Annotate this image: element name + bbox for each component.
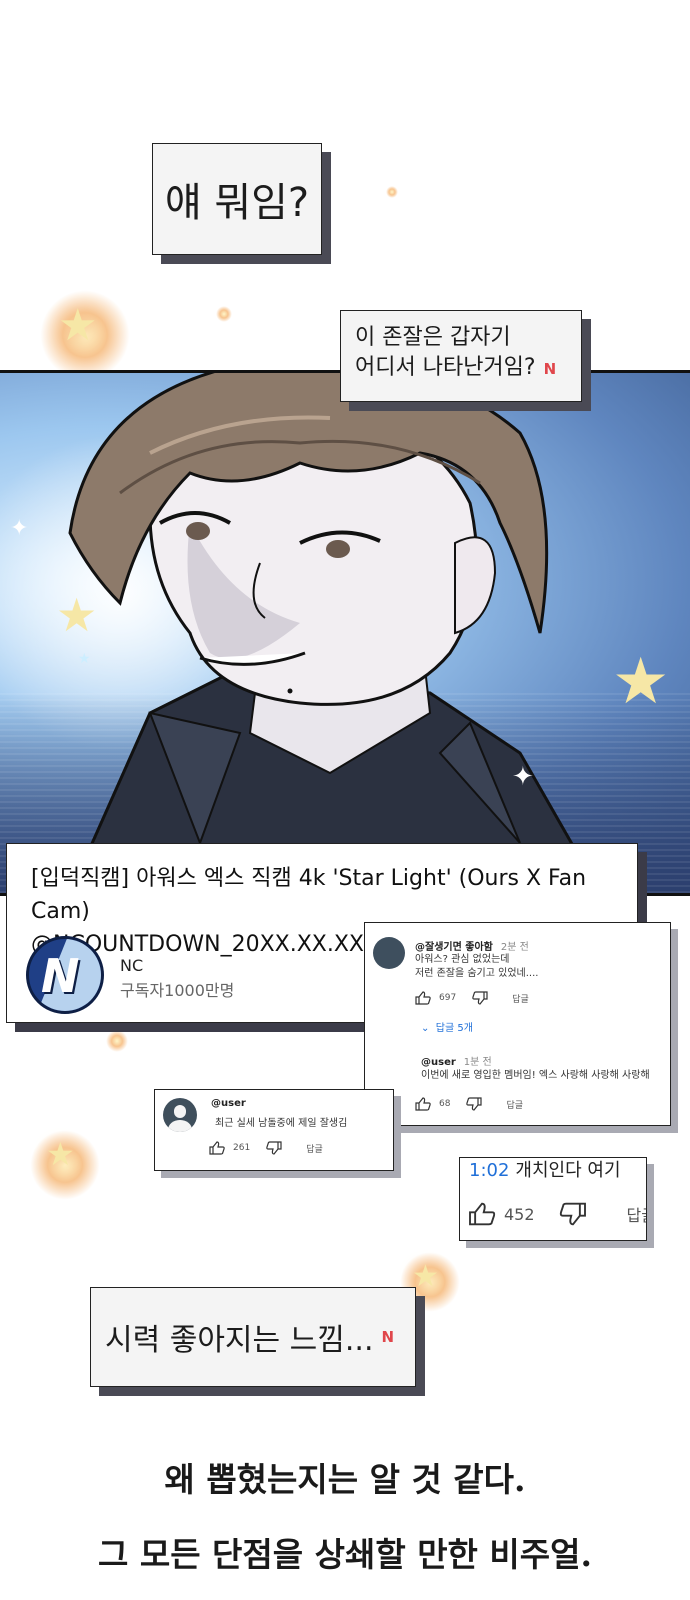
avatar[interactable] (163, 1098, 197, 1132)
reply-button[interactable]: 답글 (506, 1098, 523, 1111)
star-icon: ★ (412, 1259, 439, 1294)
reply-time: 1분 전 (463, 1057, 492, 1068)
sparkle-dot (386, 186, 398, 198)
star-icon: ★ (58, 300, 98, 351)
channel-name[interactable]: NC (120, 956, 143, 975)
narration-line-2: 그 모든 단점을 상쇄할 만한 비주얼. (98, 1535, 592, 1574)
subscriber-count: 구독자1000만명 (120, 981, 235, 1000)
reply-text: 이번에 새로 영입한 멤버임! 엑스 사랑해 사랑해 사랑해 (421, 1070, 650, 1081)
comment-text: 1:02 개치인다 여기 (469, 1160, 621, 1181)
star-icon: ★ (46, 1135, 75, 1173)
comment-author[interactable]: @잘생기면 좋아함 2분 전 (415, 938, 529, 953)
view-replies-button[interactable]: ⌄ 답글 5개 (421, 1019, 473, 1034)
svg-text:✦: ✦ (10, 516, 28, 541)
avatar[interactable] (373, 937, 405, 969)
svg-text:✦: ✦ (512, 762, 534, 792)
channel-avatar[interactable]: N (26, 936, 104, 1014)
comment-card: @user 최근 실세 남돌중에 제일 잘생김 261 답글 (154, 1089, 394, 1171)
thumbs-up-icon[interactable] (468, 1202, 496, 1226)
comment-text: 아워스? 관심 없었는데 저런 존잘을 숨기고 있었네.... (415, 954, 539, 979)
speech-text: 얘 뭐임? (164, 180, 310, 226)
like-count: 452 (504, 1204, 535, 1224)
speech-text: 시력 좋아지는 느낌... (105, 1323, 374, 1358)
character-illustration: ★ ★ ✦ ✦ ★ (10, 373, 669, 893)
comment-actions: 261 답글 (209, 1141, 323, 1155)
reply-button[interactable]: 답글 (306, 1142, 323, 1155)
like-count: 68 (439, 1099, 451, 1109)
sparkle-dot (216, 306, 232, 322)
svg-text:★: ★ (612, 645, 669, 719)
sparkle-dot (106, 1030, 128, 1052)
channel-logo-letter: N (41, 949, 80, 1003)
speech-line: 어디서 나타난거임? (355, 355, 536, 380)
comment-actions: 452 답글 (468, 1202, 646, 1226)
thumbs-up-icon[interactable] (415, 991, 431, 1005)
svg-text:★: ★ (78, 651, 91, 667)
comment-thread-card: @잘생기면 좋아함 2분 전 아워스? 관심 없었는데 저런 존잘을 숨기고 있었… (364, 922, 671, 1126)
speech-line: 이 존잘은 갑자기 (355, 325, 511, 350)
thumbs-down-icon[interactable] (472, 991, 488, 1005)
speech-box-where: 이 존잘은 갑자기 어디서 나타난거임? N (340, 310, 582, 402)
svg-text:★: ★ (56, 588, 97, 642)
comment-card-timestamp: 1:02개치인다 여기 452 답글 (459, 1157, 647, 1241)
speech-box-what: 얘 뭐임? (152, 143, 322, 255)
comment-text: 최근 실세 남돌중에 제일 잘생김 (215, 1118, 348, 1129)
thumbs-down-icon[interactable] (559, 1202, 587, 1226)
reply-button[interactable]: 답글 (627, 1202, 646, 1226)
narration-line-1: 왜 뽑혔는지는 알 것 같다. (164, 1460, 526, 1499)
thumbs-up-icon[interactable] (415, 1097, 431, 1111)
timestamp-link[interactable]: 1:02 (469, 1160, 509, 1181)
character-panel: ★ ★ ✦ ✦ ★ (0, 370, 690, 896)
brand-n-icon: N (381, 1328, 395, 1346)
reply-actions: 68 답글 (415, 1097, 523, 1111)
brand-n-icon: N (543, 360, 557, 378)
thumbs-down-icon[interactable] (466, 1097, 483, 1111)
thumbs-up-icon[interactable] (209, 1141, 225, 1155)
comment-actions: 697 답글 (415, 991, 529, 1005)
reply-button[interactable]: 답글 (512, 992, 529, 1005)
reply-author[interactable]: @user 1분 전 (421, 1053, 492, 1068)
comment-author[interactable]: @user (211, 1098, 246, 1109)
like-count: 261 (233, 1143, 251, 1153)
thumbs-down-icon[interactable] (266, 1141, 282, 1155)
like-count: 697 (439, 993, 457, 1003)
speech-box-eyesight: 시력 좋아지는 느낌... N (90, 1287, 416, 1387)
comment-time: 2분 전 (500, 942, 529, 953)
chevron-down-icon: ⌄ (421, 1023, 430, 1034)
